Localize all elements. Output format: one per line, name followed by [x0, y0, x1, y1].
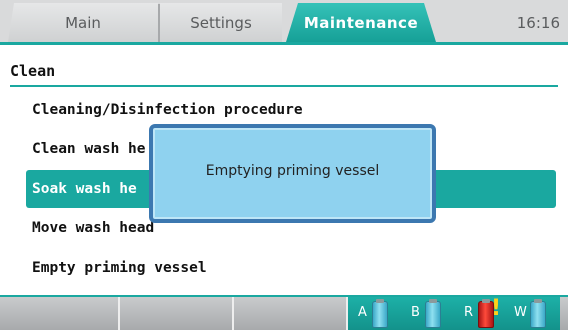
bottle-icon: [372, 299, 388, 328]
bottle-icon: [425, 299, 441, 328]
warning-icon: !: [491, 296, 502, 321]
progress-dialog: Emptying priming vessel: [149, 124, 436, 223]
menu-item-label: Move wash head: [32, 220, 155, 236]
section-title: Clean: [10, 62, 56, 80]
bottle-icon: [530, 299, 546, 328]
section-header: Clean: [10, 61, 558, 87]
bottle-w-label: W: [514, 305, 527, 320]
bottle-status-panel: A B R ! W: [348, 297, 560, 330]
tab-maintenance[interactable]: Maintenance: [286, 3, 436, 42]
tab-settings[interactable]: Settings: [160, 3, 282, 42]
bottle-b-label: B: [411, 305, 420, 320]
bottle-a-label: A: [358, 305, 367, 320]
menu-item-label: Cleaning/Disinfection procedure: [32, 102, 303, 118]
dialog-message: Emptying priming vessel: [205, 162, 380, 179]
menu-item-label: Soak wash he: [32, 181, 137, 197]
menu-item-empty-priming-vessel[interactable]: Empty priming vessel: [26, 249, 556, 287]
menu-item-label: Clean wash he: [32, 141, 146, 157]
soft-key-2[interactable]: [120, 297, 234, 330]
soft-key-3[interactable]: [234, 297, 348, 330]
clock: 16:16: [516, 13, 560, 32]
bottle-r-label: R: [464, 305, 474, 320]
soft-key-1[interactable]: [8, 297, 120, 330]
bottom-bar: A B R ! W: [0, 295, 568, 330]
tab-main[interactable]: Main: [8, 3, 158, 42]
menu-item-label: Empty priming vessel: [32, 260, 207, 276]
instrument-screen: Main Settings Maintenance 16:16 Clean Cl…: [0, 0, 568, 330]
tab-bar: Main Settings Maintenance 16:16: [0, 0, 568, 45]
